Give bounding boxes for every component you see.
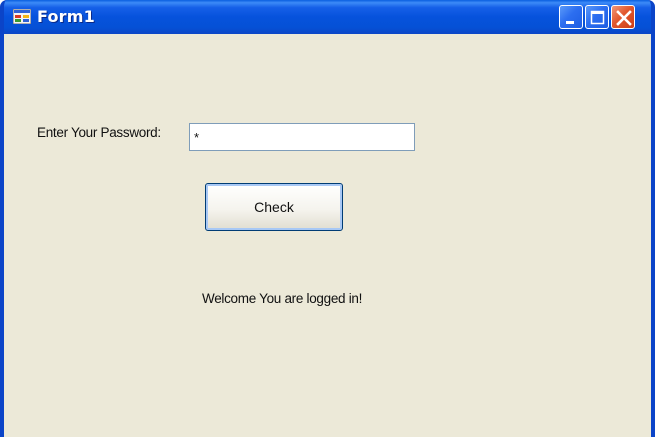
- password-label: Enter Your Password:: [37, 125, 161, 140]
- window-title: Form1: [37, 7, 95, 26]
- app-icon[interactable]: [12, 8, 32, 25]
- password-input[interactable]: [189, 123, 415, 151]
- check-button[interactable]: Check: [205, 183, 343, 231]
- form-client-area: Enter Your Password: Check Welcome You a…: [4, 34, 651, 437]
- close-icon: [616, 10, 632, 26]
- minimize-icon: [566, 21, 574, 24]
- close-button[interactable]: [611, 5, 635, 29]
- status-message: Welcome You are logged in!: [202, 291, 363, 306]
- maximize-button[interactable]: [585, 5, 609, 29]
- form1-window: Form1 Enter Your Password: Check Welcome…: [0, 0, 655, 437]
- maximize-icon: [590, 10, 605, 25]
- title-bar[interactable]: Form1: [4, 0, 651, 34]
- minimize-button[interactable]: [559, 5, 583, 29]
